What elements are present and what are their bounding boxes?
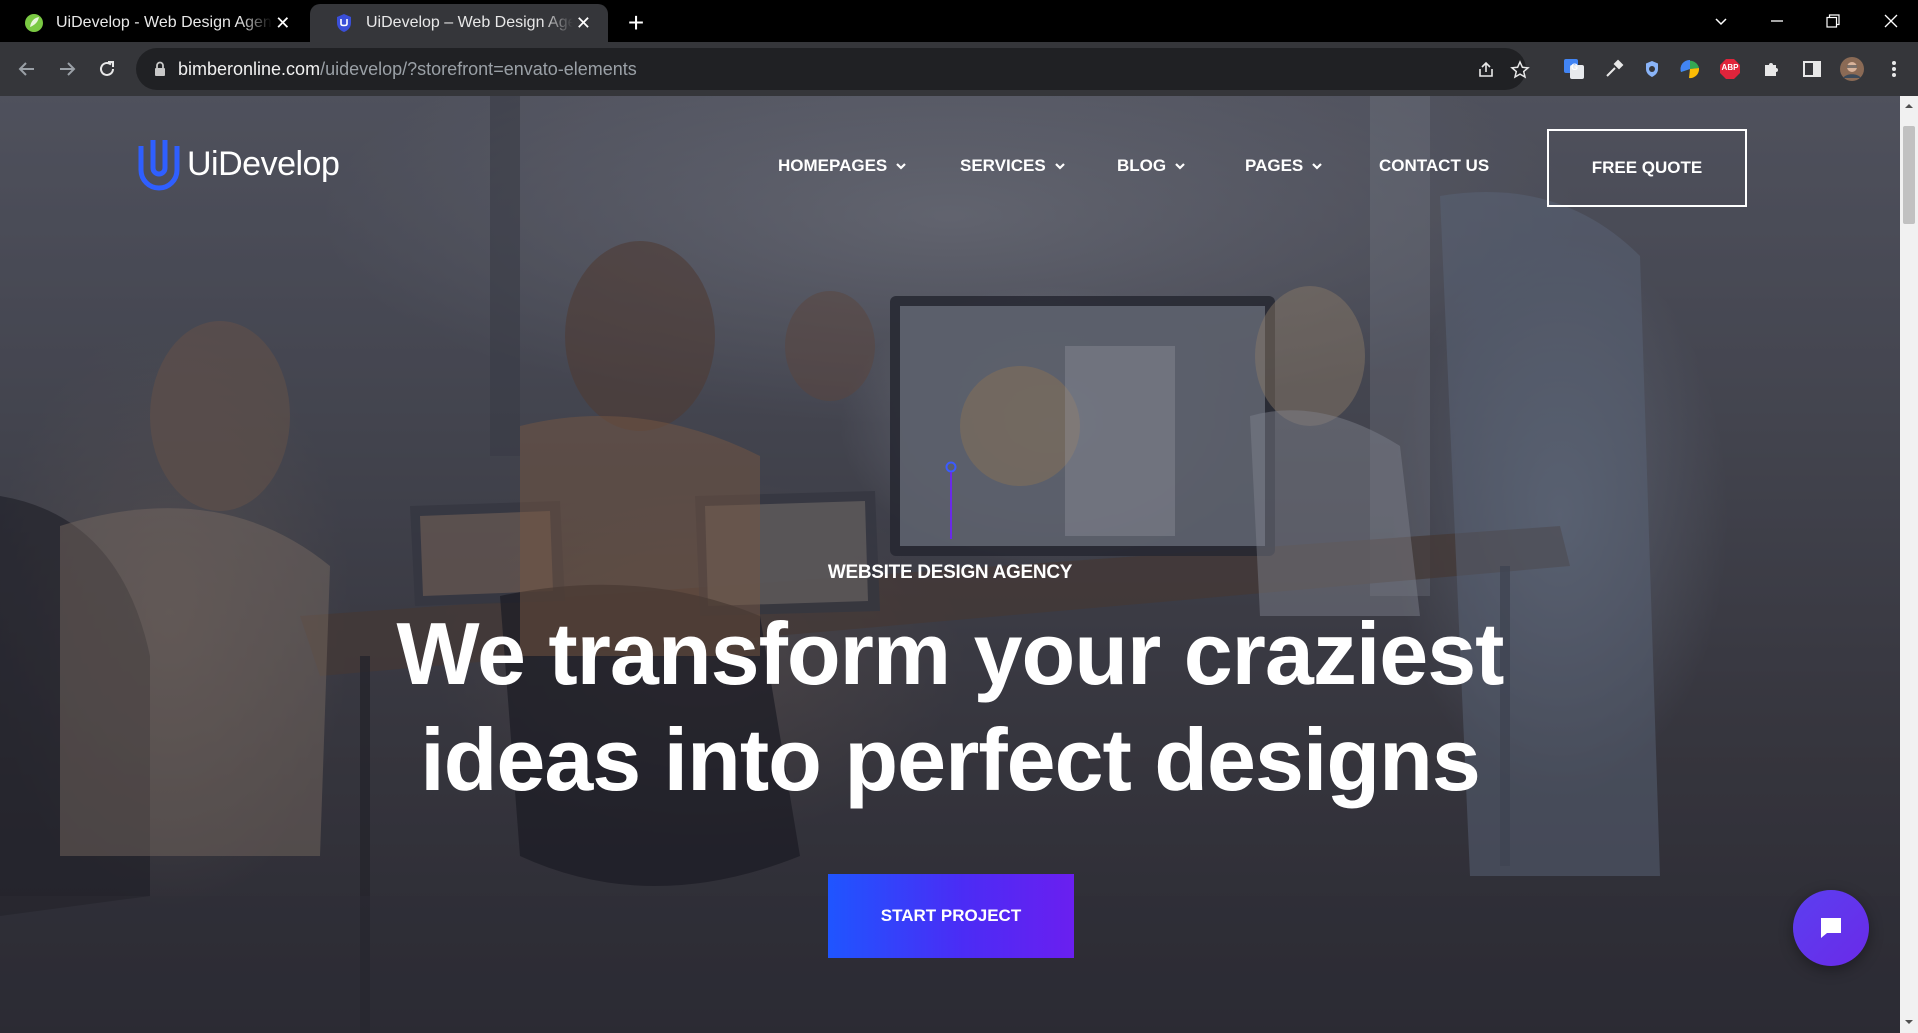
tab-title: UiDevelop - Web Design Agency (56, 14, 272, 31)
chevron-down-icon (896, 163, 907, 170)
page-viewport: UiDevelop HOMEPAGES SERVICES BLOG PAGES … (0, 96, 1900, 1033)
nav-label: PAGES (1245, 156, 1304, 175)
hero-headline: We transform your craziest ideas into pe… (0, 601, 1900, 813)
new-tab-button[interactable]: + (620, 8, 652, 40)
page-scrollbar[interactable] (1900, 96, 1918, 1033)
svg-text:G: G (1571, 62, 1578, 72)
tab-search-icon[interactable] (1696, 4, 1746, 38)
browser-tab-1[interactable]: UiDevelop - Web Design Agency ✕ (0, 4, 308, 42)
chevron-down-icon (1175, 163, 1185, 170)
pin-decoration-icon (945, 461, 957, 539)
nav-label: CONTACT US (1379, 156, 1490, 175)
browser-toolbar: bimberonline.com/uidevelop/?storefront=e… (0, 42, 1918, 96)
sidebar-icon[interactable] (1800, 57, 1824, 81)
logo-text: UiDevelop (187, 144, 340, 183)
page-content: UiDevelop HOMEPAGES SERVICES BLOG PAGES … (0, 96, 1900, 1033)
hero-headline-line-2: ideas into perfect designs (420, 710, 1481, 809)
browser-tab-2[interactable]: UiDevelop – Web Design Agency ✕ (310, 4, 608, 42)
adblock-label: ABP (1721, 63, 1739, 72)
tab-title: UiDevelop – Web Design Agency (366, 14, 573, 31)
url-host: bimberonline.com (178, 59, 321, 79)
start-project-button[interactable]: START PROJECT (828, 874, 1074, 958)
nav-pages[interactable]: PAGES (1245, 156, 1323, 176)
nav-contact-us[interactable]: CONTACT US (1379, 156, 1489, 176)
url-text: bimberonline.com/uidevelop/?storefront=e… (178, 59, 637, 80)
chevron-down-icon (1054, 163, 1065, 170)
reload-icon[interactable] (92, 54, 122, 84)
free-quote-button[interactable]: FREE QUOTE (1547, 129, 1747, 207)
menu-icon[interactable] (1882, 57, 1906, 81)
adblock-icon[interactable]: ABP (1718, 57, 1742, 81)
browser-tab-bar: UiDevelop - Web Design Agency ✕ UiDevelo… (0, 0, 1918, 42)
scroll-up-icon[interactable] (1903, 100, 1915, 112)
scroll-down-icon[interactable] (1903, 1016, 1915, 1028)
nav-label: BLOG (1117, 156, 1167, 175)
minimize-icon[interactable] (1752, 4, 1802, 38)
nav-services[interactable]: SERVICES (960, 156, 1066, 176)
close-window-icon[interactable] (1866, 4, 1916, 38)
share-icon[interactable] (1474, 58, 1498, 82)
translate-icon[interactable]: G (1562, 57, 1586, 81)
uidevelop-shield-icon (337, 14, 351, 32)
chevron-down-icon (1312, 163, 1323, 170)
chat-widget-button[interactable] (1793, 890, 1869, 966)
nav-label: HOMEPAGES (778, 156, 888, 175)
site-logo[interactable]: UiDevelop (135, 136, 340, 192)
profile-avatar[interactable] (1840, 57, 1864, 81)
leaf-icon (25, 14, 43, 32)
scroll-thumb[interactable] (1903, 126, 1915, 224)
lock-icon (155, 61, 165, 76)
color-wheel-icon[interactable] (1678, 57, 1702, 81)
shield-extension-icon[interactable] (1640, 57, 1664, 81)
bookmark-star-icon[interactable] (1508, 58, 1532, 82)
eyedropper-icon[interactable] (1602, 57, 1626, 81)
restore-icon[interactable] (1808, 4, 1858, 38)
back-icon[interactable] (12, 54, 42, 84)
nav-homepages[interactable]: HOMEPAGES (778, 156, 907, 176)
logo-u-icon (138, 140, 180, 191)
address-bar[interactable]: bimberonline.com/uidevelop/?storefront=e… (136, 48, 1530, 90)
url-path: /uidevelop/?storefront=envato-elements (320, 59, 637, 79)
nav-blog[interactable]: BLOG (1117, 156, 1186, 176)
forward-icon[interactable] (52, 54, 82, 84)
close-tab-icon[interactable]: ✕ (272, 11, 294, 35)
hero-eyebrow: WEBSITE DESIGN AGENCY (827, 562, 1073, 583)
hero-headline-line-1: We transform your craziest (396, 604, 1505, 703)
chat-icon (1821, 918, 1841, 938)
puzzle-icon[interactable] (1760, 57, 1784, 81)
close-tab-icon[interactable]: ✕ (573, 11, 594, 35)
nav-label: SERVICES (960, 156, 1046, 175)
